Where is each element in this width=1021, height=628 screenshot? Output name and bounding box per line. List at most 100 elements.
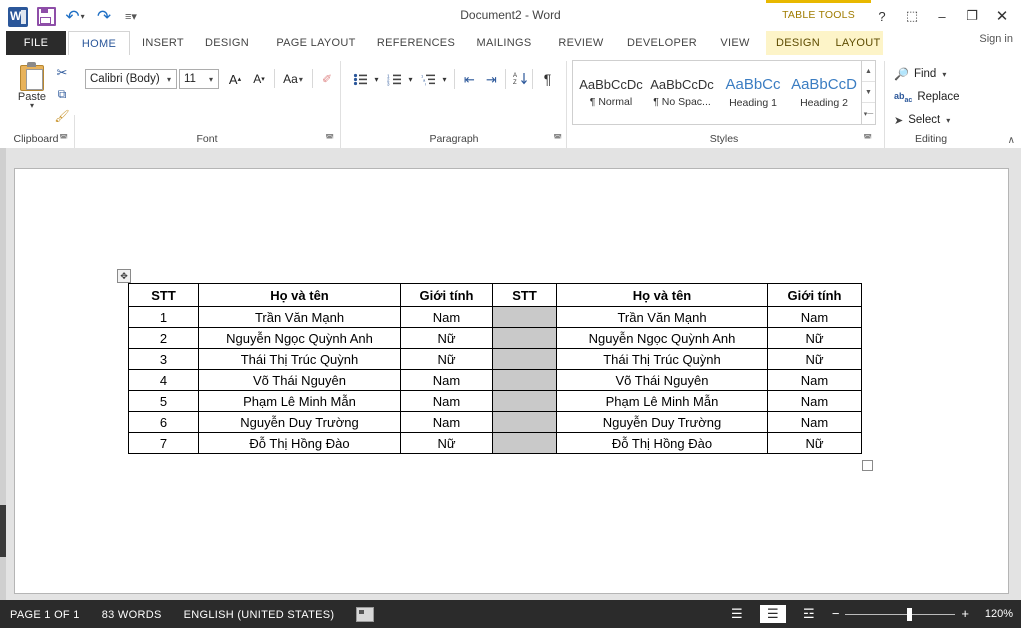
cell-name-2[interactable]: Đỗ Thị Hồng Đào bbox=[557, 433, 768, 454]
numbering-icon[interactable]: 123 bbox=[384, 69, 405, 90]
table-row[interactable]: 4 Võ Thái Nguyên Nam Võ Thái Nguyên Nam bbox=[129, 370, 862, 391]
cell-name[interactable]: Trần Văn Mạnh bbox=[199, 307, 401, 328]
cell-name[interactable]: Nguyễn Duy Trường bbox=[199, 412, 401, 433]
cell-gender[interactable]: Nữ bbox=[401, 433, 493, 454]
cell-name-2[interactable]: Nguyễn Ngọc Quỳnh Anh bbox=[557, 328, 768, 349]
table-row[interactable]: 5 Phạm Lê Minh Mẫn Nam Phạm Lê Minh Mẫn … bbox=[129, 391, 862, 412]
shrink-font-icon[interactable]: A▾ bbox=[248, 68, 270, 90]
tab-review[interactable]: REVIEW bbox=[548, 31, 614, 55]
styles-dialog-launcher-icon[interactable]: ◚ bbox=[863, 133, 872, 144]
cut-icon[interactable]: ✂ bbox=[52, 63, 72, 82]
zoom-level-label[interactable]: 120% bbox=[979, 608, 1013, 620]
cell-gender[interactable]: Nam bbox=[401, 307, 493, 328]
cell-name-2[interactable]: Thái Thị Trúc Quỳnh bbox=[557, 349, 768, 370]
collapse-ribbon-icon[interactable]: ∧ bbox=[1008, 135, 1015, 146]
cell-name-2[interactable]: Phạm Lê Minh Mẫn bbox=[557, 391, 768, 412]
font-size-dropdown-icon[interactable]: ▾ bbox=[204, 75, 218, 84]
cell-stt-2[interactable] bbox=[493, 307, 557, 328]
table-row[interactable]: 3 Thái Thị Trúc Quỳnh Nữ Thái Thị Trúc Q… bbox=[129, 349, 862, 370]
cell-stt[interactable]: 4 bbox=[129, 370, 199, 391]
clipboard-dialog-launcher-icon[interactable]: ◚ bbox=[59, 133, 68, 144]
web-layout-view-button[interactable]: ☲ bbox=[796, 605, 822, 623]
cell-stt[interactable]: 1 bbox=[129, 307, 199, 328]
style-no-spacing[interactable]: AaBbCcDc ¶ No Spac... bbox=[646, 61, 718, 124]
cell-stt[interactable]: 2 bbox=[129, 328, 199, 349]
paste-button[interactable]: Paste ▾ bbox=[8, 60, 56, 124]
cell-name-2[interactable]: Nguyễn Duy Trường bbox=[557, 412, 768, 433]
cell-stt-2[interactable] bbox=[493, 349, 557, 370]
increase-indent-icon[interactable]: ⇥ bbox=[481, 69, 502, 90]
tab-page-layout[interactable]: PAGE LAYOUT bbox=[262, 31, 370, 55]
styles-scroll-up-icon[interactable]: ▲ bbox=[862, 61, 875, 82]
zoom-slider-track[interactable] bbox=[845, 614, 955, 615]
table-row[interactable]: 6 Nguyễn Duy Trường Nam Nguyễn Duy Trườn… bbox=[129, 412, 862, 433]
cell-gender-2[interactable]: Nam bbox=[768, 370, 862, 391]
table-resize-handle[interactable] bbox=[862, 460, 873, 471]
print-layout-view-button[interactable]: ☰ bbox=[760, 605, 786, 623]
cell-stt[interactable]: 7 bbox=[129, 433, 199, 454]
proofing-errors-icon[interactable] bbox=[356, 607, 374, 622]
cell-stt-2[interactable] bbox=[493, 328, 557, 349]
format-painter-icon[interactable]: 🖌 bbox=[52, 106, 72, 125]
copy-icon[interactable]: ⧉ bbox=[52, 85, 72, 104]
cell-gender-2[interactable]: Nữ bbox=[768, 349, 862, 370]
cell-gender[interactable]: Nữ bbox=[401, 328, 493, 349]
cell-stt-2[interactable] bbox=[493, 412, 557, 433]
page-indicator[interactable]: PAGE 1 OF 1 bbox=[10, 609, 80, 621]
cell-stt[interactable]: 3 bbox=[129, 349, 199, 370]
cell-name[interactable]: Phạm Lê Minh Mẫn bbox=[199, 391, 401, 412]
font-name-combobox[interactable]: Calibri (Body) ▾ bbox=[85, 69, 177, 89]
tab-file[interactable]: FILE bbox=[6, 31, 66, 55]
font-size-combobox[interactable]: 11 ▾ bbox=[179, 69, 219, 89]
tab-table-design[interactable]: DESIGN bbox=[770, 31, 826, 55]
cell-name[interactable]: Đỗ Thị Hồng Đào bbox=[199, 433, 401, 454]
table-row[interactable]: 7 Đỗ Thị Hồng Đào Nữ Đỗ Thị Hồng Đào Nữ bbox=[129, 433, 862, 454]
table-move-handle[interactable]: ✥ bbox=[117, 269, 131, 283]
table-row[interactable]: 1 Trần Văn Mạnh Nam Trần Văn Mạnh Nam bbox=[129, 307, 862, 328]
table-row[interactable]: 2 Nguyễn Ngọc Quỳnh Anh Nữ Nguyễn Ngọc Q… bbox=[129, 328, 862, 349]
tab-insert[interactable]: INSERT bbox=[134, 31, 192, 55]
restore-button[interactable]: ❐ bbox=[957, 5, 987, 27]
font-name-dropdown-icon[interactable]: ▾ bbox=[162, 75, 176, 84]
cell-name-2[interactable]: Võ Thái Nguyên bbox=[557, 370, 768, 391]
cell-gender-2[interactable]: Nữ bbox=[768, 328, 862, 349]
cell-gender-2[interactable]: Nam bbox=[768, 412, 862, 433]
cell-gender-2[interactable]: Nam bbox=[768, 307, 862, 328]
cell-stt-2[interactable] bbox=[493, 433, 557, 454]
select-dropdown-icon[interactable]: ▾ bbox=[946, 116, 950, 125]
cell-gender[interactable]: Nữ bbox=[401, 349, 493, 370]
student-table[interactable]: STT Họ và tên Giới tính STT Họ và tên Gi… bbox=[128, 283, 862, 454]
cell-gender-2[interactable]: Nam bbox=[768, 391, 862, 412]
tab-table-layout[interactable]: LAYOUT bbox=[830, 31, 886, 55]
bullets-dropdown-icon[interactable]: ▾ bbox=[371, 69, 382, 90]
font-dialog-launcher-icon[interactable]: ◚ bbox=[325, 133, 334, 144]
styles-gallery-scrollbar[interactable]: ▲ ▼ ▾— bbox=[862, 60, 876, 125]
find-button[interactable]: 🔎 Find ▾ bbox=[894, 63, 946, 85]
tab-references[interactable]: REFERENCES bbox=[372, 31, 460, 55]
find-dropdown-icon[interactable]: ▾ bbox=[942, 70, 946, 79]
styles-scroll-down-icon[interactable]: ▼ bbox=[862, 82, 875, 103]
style-heading-2[interactable]: AaBbCcD Heading 2 bbox=[788, 61, 860, 124]
paste-dropdown-icon[interactable]: ▾ bbox=[30, 103, 34, 109]
cell-stt-2[interactable] bbox=[493, 370, 557, 391]
close-button[interactable]: ✕ bbox=[987, 5, 1017, 27]
cell-name[interactable]: Võ Thái Nguyên bbox=[199, 370, 401, 391]
read-mode-view-button[interactable]: ☰ bbox=[724, 605, 750, 623]
multilevel-dropdown-icon[interactable]: ▾ bbox=[439, 69, 450, 90]
cell-gender[interactable]: Nam bbox=[401, 412, 493, 433]
style-normal[interactable]: AaBbCcDc ¶ Normal bbox=[575, 61, 647, 124]
cell-gender-2[interactable]: Nữ bbox=[768, 433, 862, 454]
cell-name[interactable]: Thái Thị Trúc Quỳnh bbox=[199, 349, 401, 370]
replace-button[interactable]: abac Replace bbox=[894, 86, 960, 108]
cell-name[interactable]: Nguyễn Ngọc Quỳnh Anh bbox=[199, 328, 401, 349]
tab-developer[interactable]: DEVELOPER bbox=[618, 31, 706, 55]
show-formatting-marks-icon[interactable]: ¶ bbox=[537, 68, 558, 89]
cell-gender[interactable]: Nam bbox=[401, 391, 493, 412]
clear-formatting-icon[interactable]: ✐ bbox=[316, 68, 338, 90]
select-button[interactable]: ➤ Select ▾ bbox=[894, 109, 950, 131]
left-scrollbar-track[interactable] bbox=[0, 148, 6, 600]
sort-icon[interactable]: AZ bbox=[510, 68, 531, 89]
tab-design[interactable]: DESIGN bbox=[196, 31, 258, 55]
paragraph-dialog-launcher-icon[interactable]: ◚ bbox=[553, 133, 562, 144]
tab-mailings[interactable]: MAILINGS bbox=[464, 31, 544, 55]
